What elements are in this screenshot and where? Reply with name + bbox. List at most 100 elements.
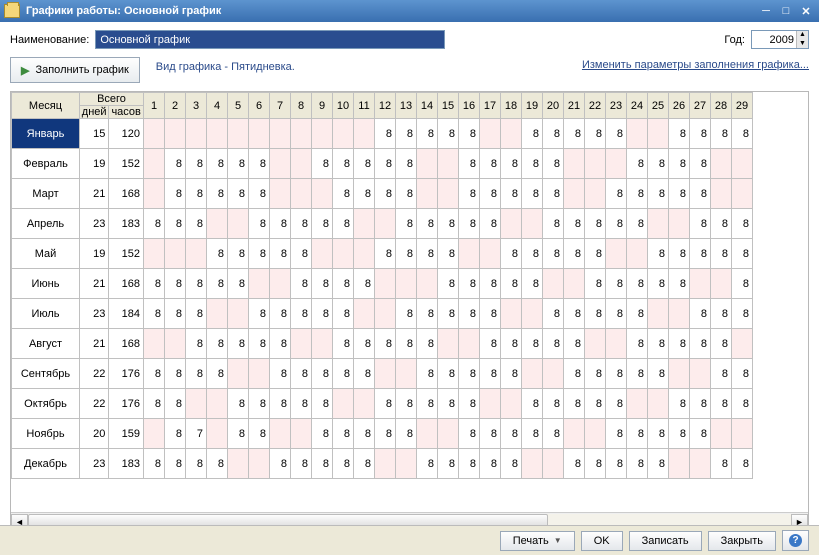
day-cell[interactable]: 8 <box>207 239 228 269</box>
day-cell[interactable]: 8 <box>417 239 438 269</box>
day-cell[interactable]: 8 <box>165 269 186 299</box>
month-row[interactable]: Август2116888888888888888888888 <box>12 329 753 359</box>
day-cell[interactable]: 8 <box>270 329 291 359</box>
day-cell[interactable]: 8 <box>543 119 564 149</box>
day-cell[interactable] <box>270 179 291 209</box>
day-cell[interactable] <box>312 179 333 209</box>
day-cell[interactable]: 8 <box>438 209 459 239</box>
day-cell[interactable] <box>333 389 354 419</box>
day-cell[interactable] <box>396 359 417 389</box>
day-cell[interactable]: 8 <box>606 419 627 449</box>
day-cell[interactable]: 8 <box>690 419 711 449</box>
day-cell[interactable]: 8 <box>669 269 690 299</box>
day-cell[interactable]: 8 <box>606 359 627 389</box>
day-cell[interactable]: 8 <box>585 359 606 389</box>
day-cell[interactable]: 8 <box>732 389 753 419</box>
day-cell[interactable] <box>207 389 228 419</box>
day-cell[interactable] <box>732 149 753 179</box>
close-form-button[interactable]: Закрыть <box>708 531 776 551</box>
day-cell[interactable] <box>291 419 312 449</box>
day-cell[interactable] <box>585 419 606 449</box>
day-cell[interactable]: 8 <box>291 389 312 419</box>
day-cell[interactable]: 8 <box>690 299 711 329</box>
day-cell[interactable] <box>711 419 732 449</box>
day-cell[interactable]: 8 <box>312 449 333 479</box>
day-cell[interactable]: 8 <box>228 269 249 299</box>
day-cell[interactable]: 8 <box>501 179 522 209</box>
day-cell[interactable]: 8 <box>144 269 165 299</box>
day-cell[interactable] <box>732 419 753 449</box>
day-cell[interactable] <box>648 389 669 419</box>
day-cell[interactable]: 8 <box>669 419 690 449</box>
day-cell[interactable] <box>669 449 690 479</box>
day-cell[interactable]: 8 <box>480 419 501 449</box>
day-cell[interactable]: 8 <box>438 299 459 329</box>
day-cell[interactable] <box>186 389 207 419</box>
day-cell[interactable]: 8 <box>354 149 375 179</box>
day-cell[interactable] <box>417 419 438 449</box>
day-cell[interactable]: 8 <box>585 449 606 479</box>
name-input[interactable] <box>95 30 445 49</box>
day-cell[interactable]: 8 <box>228 239 249 269</box>
day-cell[interactable] <box>585 149 606 179</box>
day-cell[interactable] <box>228 359 249 389</box>
day-cell[interactable]: 8 <box>627 449 648 479</box>
day-cell[interactable]: 8 <box>312 419 333 449</box>
month-row[interactable]: Апрель23183888888888888888888888 <box>12 209 753 239</box>
day-cell[interactable]: 8 <box>249 239 270 269</box>
day-cell[interactable]: 8 <box>333 449 354 479</box>
day-cell[interactable]: 8 <box>333 329 354 359</box>
day-cell[interactable]: 8 <box>375 149 396 179</box>
day-cell[interactable]: 8 <box>417 209 438 239</box>
day-cell[interactable] <box>249 269 270 299</box>
day-cell[interactable]: 8 <box>144 449 165 479</box>
day-cell[interactable]: 8 <box>564 239 585 269</box>
day-cell[interactable] <box>228 119 249 149</box>
maximize-button[interactable]: □ <box>777 3 795 19</box>
day-cell[interactable]: 8 <box>417 299 438 329</box>
day-cell[interactable] <box>375 449 396 479</box>
day-cell[interactable]: 8 <box>354 179 375 209</box>
day-cell[interactable]: 8 <box>207 149 228 179</box>
day-cell[interactable]: 8 <box>186 179 207 209</box>
day-cell[interactable] <box>417 149 438 179</box>
day-cell[interactable]: 8 <box>522 149 543 179</box>
day-cell[interactable]: 8 <box>606 389 627 419</box>
day-cell[interactable] <box>648 119 669 149</box>
day-cell[interactable] <box>354 389 375 419</box>
day-cell[interactable]: 8 <box>417 449 438 479</box>
day-cell[interactable]: 8 <box>144 209 165 239</box>
day-cell[interactable] <box>312 119 333 149</box>
day-cell[interactable]: 8 <box>186 269 207 299</box>
day-cell[interactable]: 8 <box>270 389 291 419</box>
day-cell[interactable] <box>648 209 669 239</box>
day-cell[interactable]: 8 <box>144 389 165 419</box>
day-cell[interactable]: 8 <box>396 179 417 209</box>
day-cell[interactable]: 8 <box>564 359 585 389</box>
day-cell[interactable] <box>375 209 396 239</box>
day-cell[interactable] <box>249 359 270 389</box>
day-cell[interactable]: 8 <box>648 329 669 359</box>
day-cell[interactable]: 8 <box>312 149 333 179</box>
day-cell[interactable]: 8 <box>501 329 522 359</box>
day-cell[interactable]: 8 <box>438 119 459 149</box>
day-cell[interactable]: 8 <box>690 389 711 419</box>
day-cell[interactable]: 8 <box>648 449 669 479</box>
day-cell[interactable]: 8 <box>312 389 333 419</box>
day-cell[interactable]: 8 <box>228 419 249 449</box>
day-cell[interactable]: 8 <box>459 179 480 209</box>
day-cell[interactable] <box>711 269 732 299</box>
day-cell[interactable] <box>396 449 417 479</box>
day-cell[interactable] <box>480 119 501 149</box>
print-button[interactable]: Печать ▼ <box>500 531 575 551</box>
day-cell[interactable]: 8 <box>354 449 375 479</box>
day-cell[interactable]: 8 <box>690 179 711 209</box>
day-cell[interactable]: 8 <box>732 359 753 389</box>
day-cell[interactable] <box>648 299 669 329</box>
day-cell[interactable]: 8 <box>585 239 606 269</box>
day-cell[interactable]: 8 <box>648 269 669 299</box>
day-cell[interactable]: 8 <box>165 299 186 329</box>
day-cell[interactable]: 8 <box>459 149 480 179</box>
day-cell[interactable] <box>270 119 291 149</box>
day-cell[interactable] <box>354 239 375 269</box>
